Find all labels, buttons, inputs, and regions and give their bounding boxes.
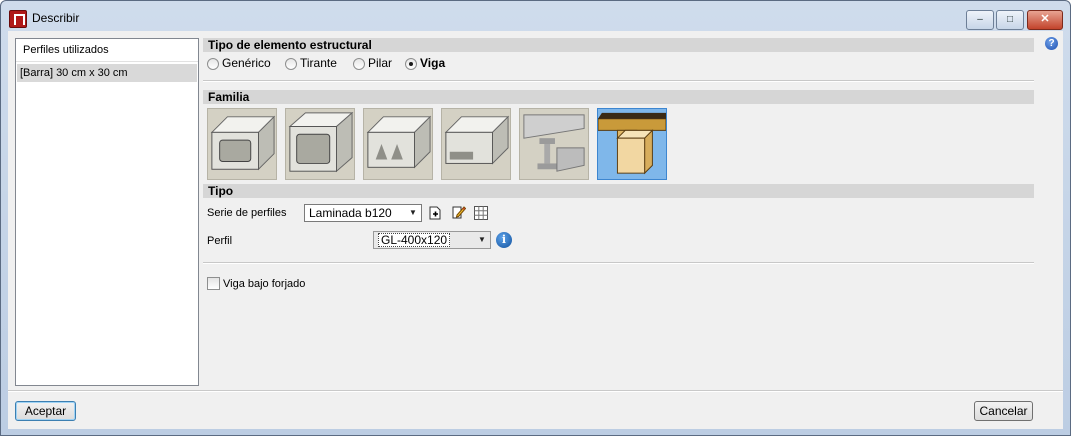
profile-select[interactable]: GL-400x120 ▼ (373, 231, 491, 249)
help-icon[interactable]: ? (1045, 37, 1058, 50)
close-button[interactable]: ✕ (1027, 10, 1063, 30)
section-header-tipo: Tipo (203, 184, 1034, 198)
divider (203, 80, 1034, 82)
window-title: Describir (32, 11, 80, 25)
divider (8, 390, 1063, 392)
timber-beam-section-icon[interactable] (597, 108, 667, 180)
series-label: Serie de perfiles (207, 207, 287, 219)
section-header-family: Familia (203, 90, 1034, 104)
radio-label: Genérico (222, 56, 271, 70)
hollow-square-section-icon[interactable] (285, 108, 355, 180)
chevron-down-icon: ▼ (409, 208, 417, 217)
radio-label: Tirante (300, 56, 337, 70)
dialog-window: Describir – □ ✕ Perfiles utilizados [Bar… (0, 0, 1071, 436)
radio-label: Viga (420, 56, 446, 70)
chevron-down-icon: ▼ (478, 235, 486, 244)
maximize-button[interactable]: □ (996, 10, 1024, 30)
steel-i-beam-section-icon[interactable] (519, 108, 589, 180)
new-profile-icon[interactable] (428, 206, 442, 220)
app-logo-icon (9, 10, 27, 28)
section-header-element-type: Tipo de elemento estructural (203, 38, 1034, 52)
list-item[interactable]: [Barra] 30 cm x 30 cm (17, 64, 197, 82)
profiles-list-header: Perfiles utilizados (16, 39, 198, 62)
voided-slab-section-icon[interactable] (363, 108, 433, 180)
table-grid-icon[interactable] (474, 206, 488, 220)
profile-select-value: GL-400x120 (378, 233, 451, 247)
accept-button[interactable]: Aceptar (15, 401, 76, 421)
cancel-button[interactable]: Cancelar (974, 401, 1033, 421)
minimize-button[interactable]: – (966, 10, 994, 30)
radio-button-icon (353, 58, 365, 70)
profiles-list[interactable]: Perfiles utilizados [Barra] 30 cm x 30 c… (15, 38, 199, 386)
hollow-rectangular-section-icon[interactable] (207, 108, 277, 180)
title-bar[interactable]: Describir – □ ✕ (1, 1, 1070, 31)
series-select[interactable]: Laminada b120 ▼ (304, 204, 422, 222)
hollow-core-slab-section-icon[interactable] (441, 108, 511, 180)
info-icon[interactable]: i (496, 232, 512, 248)
series-select-value: Laminada b120 (309, 206, 392, 220)
viga-bajo-forjado-checkbox[interactable] (207, 277, 220, 290)
radio-button-selected-icon (405, 58, 417, 70)
edit-profile-icon[interactable] (452, 205, 467, 219)
viga-bajo-forjado-label[interactable]: Viga bajo forjado (223, 278, 305, 290)
dialog-client-area: Perfiles utilizados [Barra] 30 cm x 30 c… (8, 31, 1063, 429)
radio-button-icon (207, 58, 219, 70)
profile-label: Perfil (207, 235, 233, 247)
divider (203, 262, 1034, 264)
radio-label: Pilar (368, 56, 393, 70)
radio-button-icon (285, 58, 297, 70)
